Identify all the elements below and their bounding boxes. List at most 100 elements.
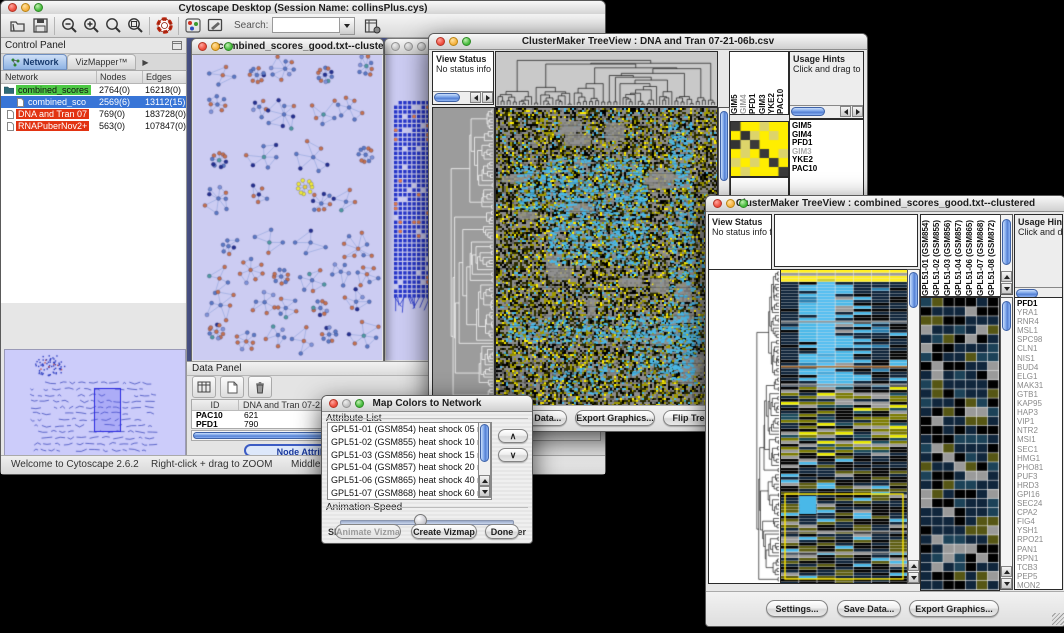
vscroll-thumb[interactable] — [1002, 301, 1011, 331]
treeview2-button-export-graphics-[interactable]: Export Graphics... — [909, 600, 999, 617]
column-label[interactable]: GPL51-02 (GSM855) — [932, 215, 943, 296]
search-dropdown-button[interactable] — [340, 17, 355, 35]
column-label[interactable]: GPL51-03 (GSM856) — [943, 215, 954, 296]
network-tree-row[interactable]: RNAPuberNov2+563(0)107847(0) — [1, 120, 186, 132]
column-label[interactable]: GPL51-06 (GSM865) — [965, 215, 976, 296]
treeview2-button-settings-[interactable]: Settings... — [766, 600, 828, 617]
gene-row-label[interactable]: FIG4 — [1015, 517, 1062, 526]
network-overview-canvas[interactable] — [4, 349, 186, 460]
move-attribute-down-button[interactable]: ∨ — [498, 448, 528, 462]
gene-row-label[interactable]: BUD4 — [1015, 363, 1062, 372]
zoom-in-icon[interactable] — [80, 16, 102, 36]
col-header-edges[interactable]: Edges — [143, 71, 172, 83]
gene-row-label[interactable]: RPN1 — [1015, 554, 1062, 563]
zoom-selected-icon[interactable] — [124, 16, 146, 36]
gene-row-label[interactable]: YSH1 — [1015, 526, 1062, 535]
zoom-button[interactable] — [462, 37, 471, 46]
close-button[interactable] — [8, 3, 17, 12]
gene-row-label[interactable]: NTR2 — [1015, 426, 1062, 435]
treeview2-column-labels[interactable]: GPL51-01 (GSM854)GPL51-02 (GSM855)GPL51-… — [920, 214, 1001, 297]
gene-row-label[interactable]: NIS1 — [1015, 354, 1062, 363]
minimize-button[interactable] — [211, 42, 220, 51]
network-view-window[interactable]: combined_scores_good.txt--cluste... — [191, 38, 384, 362]
close-button[interactable] — [713, 199, 722, 208]
attribute-list-item[interactable]: GPL51-03 (GSM856) heat shock 15 min — [328, 449, 491, 462]
gene-row-label[interactable]: PEP5 — [1015, 572, 1062, 581]
attribute-listbox[interactable]: GPL51-01 (GSM854) heat shock 05 minGPL51… — [327, 422, 492, 500]
column-label[interactable]: GIM3 — [758, 52, 767, 114]
treeview2-title-bar[interactable]: ClusterMaker TreeView : combined_scores_… — [706, 196, 1064, 212]
treeview1-button-export-graphics-[interactable]: Export Graphics... — [575, 410, 655, 426]
treeview1-column-labels[interactable]: GIM5GIM4PFD1GIM3YKE2PAC10 — [729, 51, 789, 115]
treeview2-vscrollbar[interactable] — [907, 269, 920, 584]
scroll-left-button[interactable] — [470, 92, 481, 103]
gene-row-label[interactable]: TCB3 — [1015, 563, 1062, 572]
hscroll-thumb[interactable] — [791, 107, 825, 116]
zoom-button[interactable] — [34, 3, 43, 12]
minimize-button[interactable] — [726, 199, 735, 208]
column-label[interactable]: GPL51-08 (GSM872) — [987, 215, 998, 296]
vscroll-thumb[interactable] — [1002, 219, 1011, 265]
zoom-out-icon[interactable] — [58, 16, 80, 36]
gene-row-label[interactable]: CPA2 — [1015, 508, 1062, 517]
attribute-list-item[interactable]: GPL51-01 (GSM854) heat shock 05 min — [328, 423, 491, 436]
network-tree-row[interactable]: combined_scores2764(0)16218(0) — [1, 84, 186, 96]
attribute-list-vscrollbar[interactable] — [478, 422, 491, 498]
vizmapper-icon[interactable] — [182, 16, 204, 36]
scroll-down-button[interactable] — [1001, 578, 1012, 589]
gene-row-label[interactable]: PFD1 — [1015, 299, 1062, 308]
vscroll-thumb[interactable] — [720, 111, 728, 181]
resize-grip[interactable] — [1052, 613, 1064, 625]
scroll-left-button[interactable] — [840, 106, 851, 117]
delete-attribute-icon[interactable] — [248, 376, 272, 398]
annotation-icon[interactable] — [204, 16, 226, 36]
attribute-list-item[interactable]: GPL51-02 (GSM855) heat shock 10 min — [328, 436, 491, 449]
view-status-hscrollbar[interactable] — [433, 91, 493, 104]
scroll-down-button[interactable] — [479, 486, 490, 497]
help-lifering-icon[interactable] — [153, 16, 175, 36]
tab-overflow-arrow[interactable]: ▶ — [142, 58, 148, 67]
scroll-right-button[interactable] — [482, 92, 493, 103]
network-view-canvas[interactable] — [193, 55, 382, 360]
scroll-down-button[interactable] — [1001, 283, 1012, 294]
dialog-button-done[interactable]: Done — [485, 524, 519, 539]
col-header-nodes[interactable]: Nodes — [97, 71, 143, 83]
gene-row-label[interactable]: PAN1 — [1015, 545, 1062, 554]
hscroll-thumb[interactable] — [434, 93, 460, 102]
table-icon[interactable] — [192, 376, 216, 398]
column-label[interactable]: GPL51-04 (GSM857) — [954, 215, 965, 296]
zoom-button[interactable] — [417, 42, 426, 51]
treeview2-row-dendrogram[interactable] — [708, 269, 780, 584]
column-label[interactable]: GIM5 — [730, 52, 739, 114]
gene-row-label[interactable]: SPC98 — [1015, 335, 1062, 344]
column-label[interactable]: GPL51-07 (GSM868) — [976, 215, 987, 296]
attribute-list-item[interactable]: GPL51-06 (GSM865) heat shock 40 min — [328, 474, 491, 487]
treeview2-heatmap-canvas[interactable] — [780, 269, 909, 584]
gene-row-label[interactable]: PHO81 — [1015, 463, 1062, 472]
gene-row-label[interactable]: ELG1 — [1015, 372, 1062, 381]
column-label[interactable]: GIM4 — [739, 52, 748, 114]
scroll-up-button[interactable] — [479, 475, 490, 486]
gene-row-label[interactable]: RNR4 — [1015, 317, 1062, 326]
move-attribute-up-button[interactable]: ∧ — [498, 429, 528, 443]
col-header-network[interactable]: Network — [1, 71, 97, 83]
scroll-down-button[interactable] — [908, 572, 919, 583]
gene-row-label[interactable]: RPO21 — [1015, 535, 1062, 544]
dialog-button-create-vizmap[interactable]: Create Vizmap — [411, 524, 477, 539]
column-label[interactable]: YKE2 — [767, 52, 776, 114]
treeview2-label-vscrollbar[interactable] — [1000, 214, 1013, 295]
minimize-button[interactable] — [404, 42, 413, 51]
gene-row-label[interactable]: GPI16 — [1015, 490, 1062, 499]
attribute-list-item[interactable]: GPL51-04 (GSM857) heat shock 20 min — [328, 461, 491, 474]
minimize-button[interactable] — [21, 3, 30, 12]
network-tree-row[interactable]: combined_sco2569(6)13112(15) — [1, 96, 186, 108]
gene-row-label[interactable]: MAK31 — [1015, 381, 1062, 390]
close-button[interactable] — [329, 399, 338, 408]
treeview2-selected-heatmap[interactable] — [920, 297, 1000, 591]
scroll-up-button[interactable] — [908, 560, 919, 571]
zoom-button[interactable] — [739, 199, 748, 208]
treeview2-button-save-data-[interactable]: Save Data... — [837, 600, 901, 617]
gene-row-label[interactable]: SEC24 — [1015, 499, 1062, 508]
treeview1-correlation-matrix[interactable] — [730, 121, 789, 177]
save-icon[interactable] — [29, 16, 51, 36]
